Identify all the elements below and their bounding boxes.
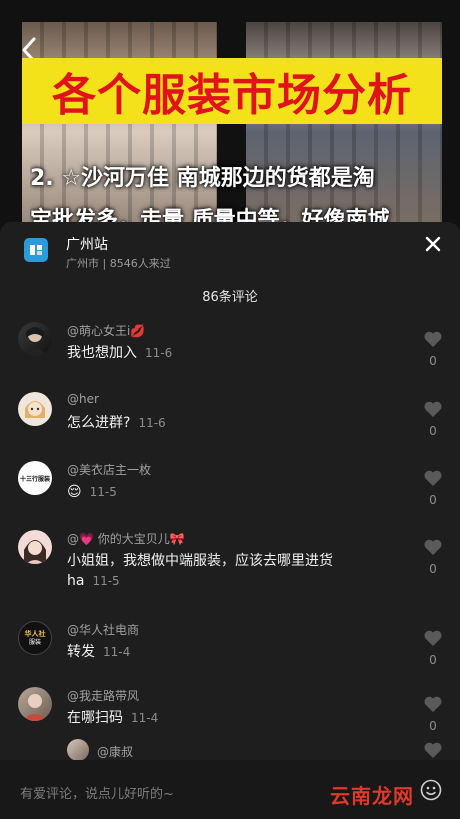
like-button[interactable] xyxy=(422,741,444,759)
comment-text: 在哪扫码 xyxy=(67,710,123,726)
close-icon[interactable] xyxy=(423,234,443,254)
comment-username[interactable]: @我走路带风 xyxy=(67,687,139,704)
comment-text: 我也想加入 xyxy=(67,345,137,361)
heart-icon xyxy=(424,331,442,347)
like-count: 0 xyxy=(429,653,437,667)
comment-time: 11-6 xyxy=(138,416,166,430)
like-button[interactable]: 0 xyxy=(422,695,444,733)
poi-meta: 广州市 | 8546人来过 xyxy=(66,257,171,270)
comment-text: 怎么进群? xyxy=(67,415,131,431)
like-count: 0 xyxy=(429,424,437,438)
comment-emoji: 😌 xyxy=(67,484,82,500)
emoji-icon[interactable] xyxy=(420,779,442,801)
like-button[interactable]: 0 xyxy=(422,469,444,507)
like-button[interactable]: 0 xyxy=(422,330,444,368)
comment-username[interactable]: @美衣店主一枚 xyxy=(67,461,151,478)
avatar[interactable] xyxy=(18,530,52,564)
avatar[interactable] xyxy=(18,322,52,356)
comment-time: 11-5 xyxy=(92,574,120,588)
location-poi-icon[interactable] xyxy=(24,238,48,262)
video-caption-line1: 2. ☆沙河万佳 南城那边的货都是淘 xyxy=(30,166,375,191)
comment-text-continued: ha xyxy=(67,573,85,589)
comment-sheet: 广州站 广州市 | 8546人来过 86条评论 xyxy=(0,222,460,819)
comment-username[interactable]: @萌心女王i💋 xyxy=(67,322,145,339)
avatar[interactable]: 华人社 服装 xyxy=(18,621,52,655)
comment-body: 转发 11-4 xyxy=(67,642,130,662)
heart-icon xyxy=(424,539,442,555)
comment-text: 小姐姐，我想做中端服装，应该去哪里进货 xyxy=(67,553,333,569)
video-background[interactable]: 各个服装市场分析 2. ☆沙河万佳 南城那边的货都是淘 宝批发多，走量 质量中等… xyxy=(0,0,460,232)
avatar[interactable] xyxy=(18,687,52,721)
avatar-label-top: 华人社 xyxy=(24,629,46,638)
comment-time: 11-6 xyxy=(145,346,173,360)
comment-username[interactable]: @💗 你的大宝贝儿🎀 xyxy=(67,530,185,547)
heart-icon xyxy=(424,470,442,486)
like-count: 0 xyxy=(429,719,437,733)
avatar[interactable] xyxy=(18,392,52,426)
comment-body: 在哪扫码 11-4 xyxy=(67,708,158,728)
video-banner-title: 各个服装市场分析 xyxy=(52,70,412,121)
comment-time: 11-4 xyxy=(103,645,131,659)
video-banner: 各个服装市场分析 xyxy=(22,58,442,124)
like-count: 0 xyxy=(429,562,437,576)
like-button[interactable]: 0 xyxy=(422,538,444,576)
comment-input-placeholder[interactable]: 有爱评论，说点儿好听的~ xyxy=(20,783,174,802)
comment-body: 小姐姐，我想做中端服装，应该去哪里进货 xyxy=(67,551,333,571)
comment-username[interactable]: @华人社电商 xyxy=(67,621,139,638)
heart-icon xyxy=(424,742,442,758)
comment-username[interactable]: @her xyxy=(67,392,99,406)
sheet-header: 广州站 广州市 | 8546人来过 xyxy=(0,222,460,282)
comment-body: 我也想加入 11-6 xyxy=(67,343,172,363)
comment-body: 怎么进群? 11-6 xyxy=(67,413,166,433)
heart-icon xyxy=(424,696,442,712)
comment-body-line2: ha 11-5 xyxy=(67,571,120,591)
comment-time: 11-4 xyxy=(131,711,159,725)
reply-avatar[interactable] xyxy=(67,739,89,761)
poi-name[interactable]: 广州站 xyxy=(66,234,108,254)
avatar-label-mid: 服装 xyxy=(28,638,41,646)
avatar-shop-label: 十三行服装 xyxy=(19,475,50,483)
like-count: 0 xyxy=(429,493,437,507)
comment-time: 11-5 xyxy=(89,485,117,499)
avatar[interactable]: 十三行服装 xyxy=(18,461,52,495)
comment-body: 😌 11-5 xyxy=(67,482,117,502)
watermark: 云南龙网 xyxy=(330,784,414,808)
like-button[interactable]: 0 xyxy=(422,400,444,438)
heart-icon xyxy=(424,630,442,646)
comment-text: 转发 xyxy=(67,644,95,660)
reply-username[interactable]: @康叔 xyxy=(97,743,133,760)
like-button[interactable]: 0 xyxy=(422,629,444,667)
heart-icon xyxy=(424,401,442,417)
comment-count-title: 86条评论 xyxy=(202,290,258,305)
like-count: 0 xyxy=(429,354,437,368)
